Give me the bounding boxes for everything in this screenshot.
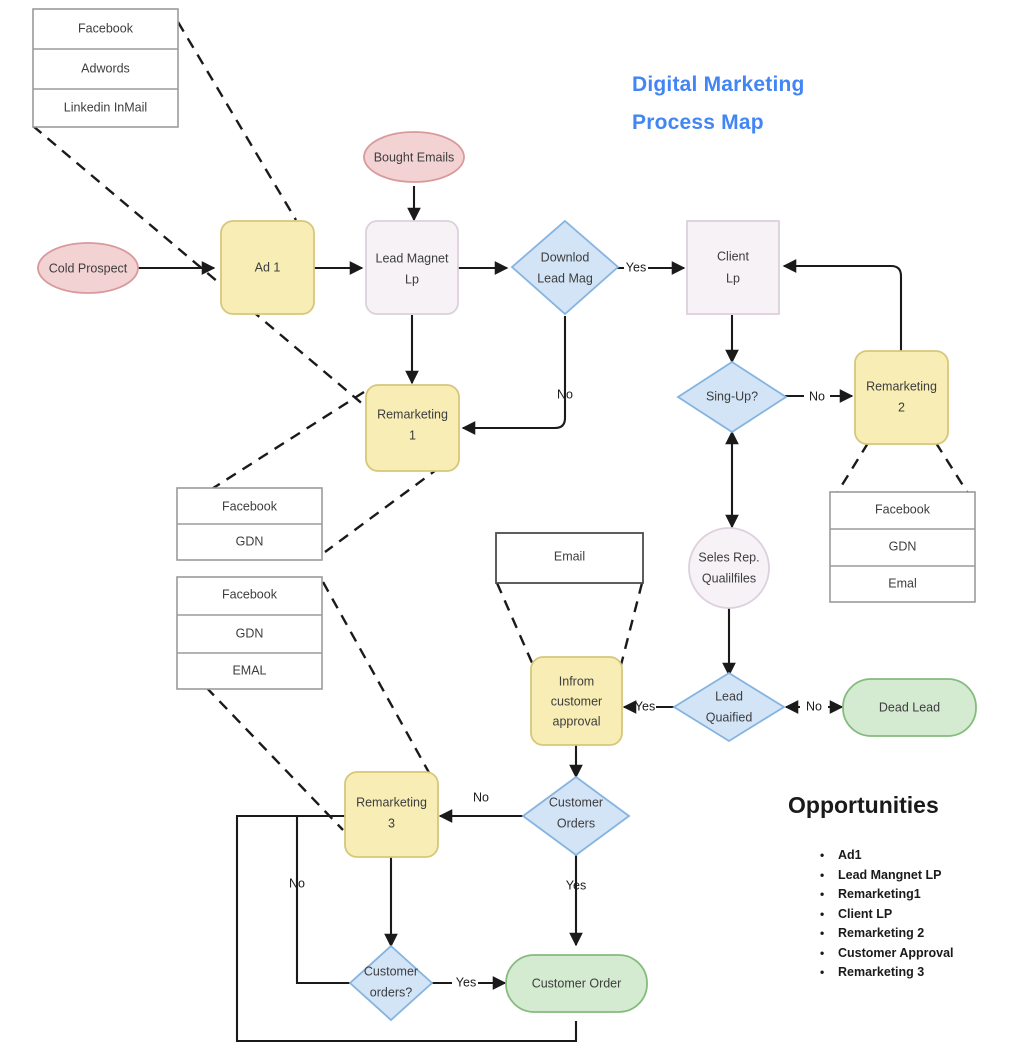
node-seles-rep-qualifies[interactable]: Seles Rep. Qualilfiles [688, 527, 770, 609]
node-customer-orders-question-label-line2: orders? [370, 985, 412, 999]
node-downlod-lead-mag-shape[interactable] [510, 219, 620, 316]
email-box-label: Email [554, 549, 585, 563]
node-ad1-label: Ad 1 [255, 260, 281, 274]
dashed-remarketing2-to-channels-b [934, 442, 973, 499]
flowchart-canvas: Digital Marketing Process Map Opportunit… [0, 0, 1009, 1052]
node-seles-rep-qualifies-shape[interactable] [688, 527, 770, 609]
channel-item-label: Emal [888, 576, 916, 590]
node-infrom-label-line2: customer [551, 694, 602, 708]
edge-label-yes-download: Yes [626, 260, 646, 274]
node-infrom-label-line3: approval [553, 714, 601, 728]
node-client-lp[interactable]: Client Lp [686, 220, 780, 315]
node-infrom-label-line1: Infrom [559, 674, 594, 688]
node-remarketing-2-shape[interactable] [854, 350, 949, 445]
channel-list-remarketing1: Facebook GDN [176, 487, 323, 561]
node-remarketing-1[interactable]: Remarketing 1 [365, 384, 460, 472]
node-lead-magnet-lp-label-line1: Lead Magnet [376, 251, 450, 265]
channel-item-label: Linkedin InMail [64, 100, 147, 114]
edge-label-yes-lead-qualified: Yes [635, 699, 655, 713]
node-lead-qualified-label-line1: Lead [715, 689, 743, 703]
dashed-email-to-infrom-b [619, 582, 644, 666]
node-sing-up-label: Sing-Up? [706, 389, 758, 403]
edge-label-no-loop-left: No [289, 876, 305, 890]
node-remarketing-2-label-line2: 2 [898, 400, 905, 414]
channel-item-label: GDN [236, 534, 264, 548]
node-seles-rep-label-line2: Qualilfiles [702, 571, 756, 585]
node-dead-lead-label: Dead Lead [879, 700, 940, 714]
node-lead-qualified-label-line2: Quaified [706, 710, 753, 724]
channel-item-label: Facebook [222, 499, 278, 513]
node-bought-emails-label: Bought Emails [374, 150, 455, 164]
channel-item-label: Adwords [81, 61, 130, 75]
dashed-channels-top-to-ad1 [176, 21, 298, 221]
node-customer-orders-question-shape[interactable] [348, 944, 434, 1022]
node-seles-rep-label-line1: Seles Rep. [698, 550, 759, 564]
node-remarketing-2[interactable]: Remarketing 2 [854, 350, 949, 445]
node-remarketing-3-shape[interactable] [344, 771, 439, 858]
node-cold-prospect-label: Cold Prospect [49, 261, 128, 275]
node-client-lp-shape[interactable] [686, 220, 780, 315]
node-client-lp-label-line2: Lp [726, 271, 740, 285]
edge-remarketing2-to-client [782, 259, 903, 351]
node-downlod-lead-mag-label-line2: Lead Mag [537, 271, 593, 285]
node-remarketing-3[interactable]: Remarketing 3 [344, 771, 439, 858]
edge-downlod-no-to-remarketing1 [461, 316, 567, 435]
edge-label-no-singup: No [809, 389, 825, 403]
dashed-remarketing1-to-channels-a [206, 390, 365, 494]
node-remarketing-2-label-line1: Remarketing [866, 379, 937, 393]
node-customer-order-label: Customer Order [532, 976, 622, 990]
node-ad1[interactable]: Ad 1 [220, 220, 315, 315]
channel-list-remarketing3: Facebook GDN EMAL [176, 576, 323, 690]
email-box: Email [495, 532, 644, 584]
node-customer-orders-question-label-line1: Customer [364, 964, 418, 978]
channel-item-label: GDN [236, 626, 264, 640]
edge-label-no-lead-qualified: No [806, 699, 822, 713]
node-remarketing-3-label-line1: Remarketing [356, 795, 427, 809]
edge-label-yes-customer-orders: Yes [566, 878, 586, 892]
channel-list-top: Facebook Adwords Linkedin InMail [32, 8, 179, 128]
node-bought-emails[interactable]: Bought Emails [363, 131, 465, 183]
node-lead-qualified[interactable]: Lead Quaified [672, 671, 786, 743]
node-client-lp-label-line1: Client [717, 249, 749, 263]
process-map-svg: Facebook Adwords Linkedin InMail Faceboo… [32, 8, 977, 1043]
channel-item-label: Facebook [78, 21, 134, 35]
node-lead-magnet-lp[interactable]: Lead Magnet Lp [365, 220, 459, 315]
channel-item-label: EMAL [232, 663, 266, 677]
node-sing-up[interactable]: Sing-Up? [676, 360, 788, 434]
node-lead-qualified-shape[interactable] [672, 671, 786, 743]
dashed-remarketing2-to-channels-a [832, 442, 870, 499]
node-customer-orders-label-line1: Customer [549, 795, 603, 809]
edge-label-no-download: No [557, 387, 573, 401]
edge-label-yes-customer-orders-q: Yes [456, 975, 476, 989]
channel-item-label: GDN [889, 539, 917, 553]
node-customer-orders[interactable]: Customer Orders [521, 775, 631, 857]
node-remarketing-3-label-line2: 3 [388, 816, 395, 830]
channel-item-label: Facebook [875, 502, 931, 516]
node-lead-magnet-lp-label-line2: Lp [405, 272, 419, 286]
node-downlod-lead-mag-label-line1: Downlod [541, 250, 590, 264]
channel-list-remarketing2: Facebook GDN Emal [829, 491, 976, 603]
dashed-email-to-infrom-a [495, 582, 535, 666]
node-cold-prospect[interactable]: Cold Prospect [37, 242, 139, 294]
edge-label-no-customer-orders: No [473, 790, 489, 804]
node-remarketing-1-label-line2: 1 [409, 428, 416, 442]
node-dead-lead[interactable]: Dead Lead [842, 678, 977, 737]
node-remarketing-1-label-line1: Remarketing [377, 407, 448, 421]
node-lead-magnet-lp-shape[interactable] [365, 220, 459, 315]
node-customer-orders-question[interactable]: Customer orders? [348, 944, 434, 1022]
node-infrom-customer-approval[interactable]: Infrom customer approval [530, 656, 623, 746]
node-downlod-lead-mag[interactable]: Downlod Lead Mag [510, 219, 620, 316]
channel-item-label: Facebook [222, 587, 278, 601]
dashed-remarketing3-to-channels-b [321, 581, 434, 779]
node-customer-orders-label-line2: Orders [557, 816, 595, 830]
node-customer-order[interactable]: Customer Order [505, 954, 648, 1013]
